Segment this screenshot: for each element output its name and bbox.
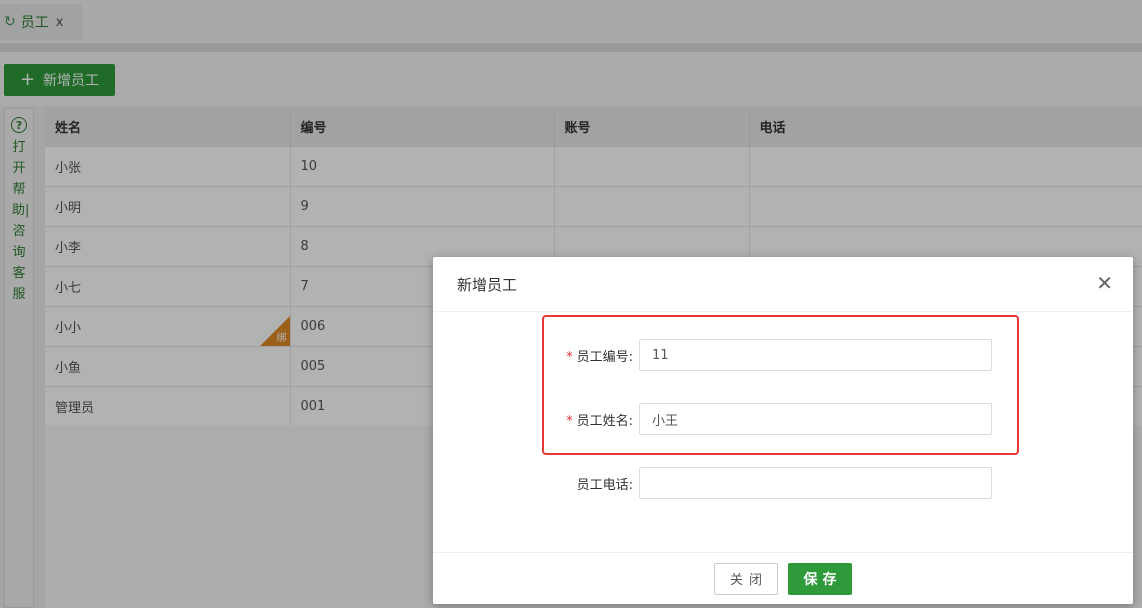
form-row-name: * 员工姓名:	[433, 403, 992, 435]
name-label: * 员工姓名:	[566, 413, 633, 429]
close-button[interactable]: 关闭	[714, 562, 778, 595]
save-button[interactable]: 保存	[788, 562, 852, 595]
code-label: * 员工编号:	[566, 349, 633, 365]
dialog-header: 新增员工 ✕	[433, 257, 1133, 312]
employee-code-input[interactable]	[639, 339, 992, 371]
close-icon[interactable]: ✕	[1096, 273, 1113, 293]
required-mark: *	[566, 349, 573, 365]
form-row-phone: 员工电话:	[433, 467, 992, 499]
employee-name-input[interactable]	[639, 403, 992, 435]
phone-label: 员工电话:	[576, 477, 633, 493]
required-mark: *	[566, 413, 573, 429]
form-row-code: * 员工编号:	[433, 339, 992, 371]
employee-phone-input[interactable]	[639, 467, 992, 499]
dialog-title: 新增员工	[457, 275, 518, 294]
dialog-footer: 关闭 保存	[433, 552, 1133, 604]
add-employee-dialog: 新增员工 ✕ *员工编号: *员工姓名: 员工电话: 关闭 保存	[433, 257, 1133, 604]
